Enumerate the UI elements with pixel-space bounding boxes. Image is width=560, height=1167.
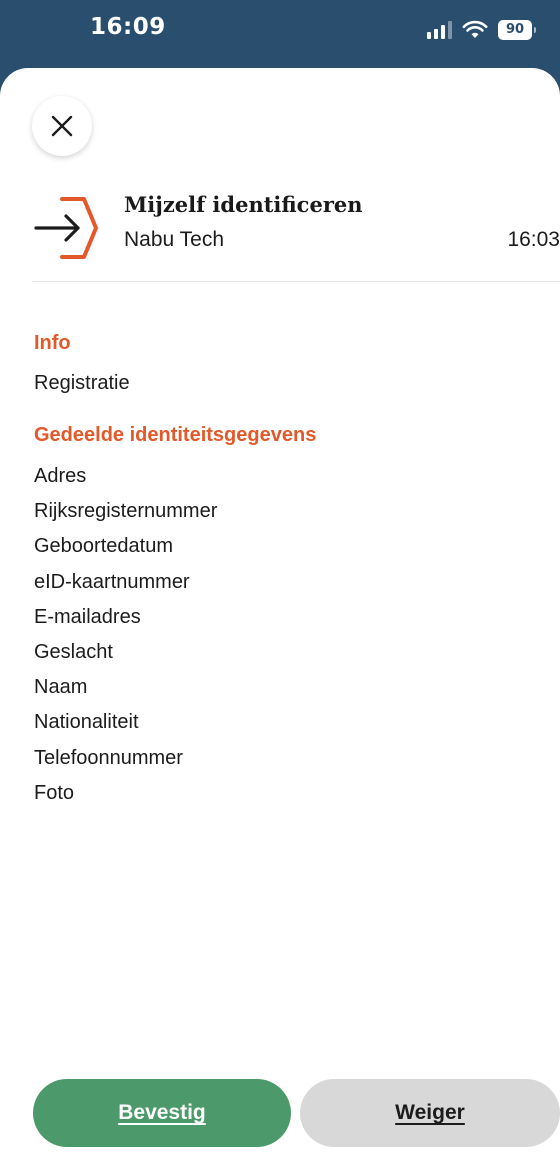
list-item: Telefoonnummer — [34, 746, 183, 769]
request-time: 16:03 — [507, 228, 560, 251]
close-button[interactable] — [32, 96, 92, 156]
confirm-button[interactable]: Bevestig — [33, 1079, 291, 1147]
battery-icon: 90 — [498, 20, 536, 40]
request-organisation: Nabu Tech — [124, 228, 225, 251]
info-heading: Info — [34, 332, 71, 354]
status-icons: 90 — [427, 18, 536, 42]
consent-sheet: Mijzelf identificeren Nabu Tech 16:03 In… — [0, 68, 560, 1167]
wifi-icon — [462, 20, 488, 38]
list-item: Naam — [34, 676, 88, 699]
shared-data-heading: Gedeelde identiteitsgegevens — [34, 424, 317, 446]
list-item: Rijksregisternummer — [34, 500, 218, 523]
info-value: Registratie — [34, 372, 130, 394]
list-item: eID-kaartnummer — [34, 570, 190, 593]
close-icon — [51, 115, 73, 137]
list-item: Foto — [34, 781, 75, 804]
status-time: 16:09 — [90, 14, 166, 40]
list-item: Geboortedatum — [34, 535, 173, 558]
list-item: Geslacht — [34, 640, 113, 663]
signal-icon — [427, 21, 452, 39]
list-item: E-mailadres — [34, 605, 141, 628]
identify-arrow-icon — [34, 197, 98, 259]
divider — [32, 281, 560, 282]
request-title: Mijzelf identificeren — [124, 192, 363, 217]
request-header: Mijzelf identificeren Nabu Tech 16:03 — [32, 188, 560, 280]
list-item: Nationaliteit — [34, 711, 139, 734]
shared-data-list: Adres Rijksregisternummer Geboortedatum … — [34, 464, 217, 816]
decline-button[interactable]: Weiger — [300, 1079, 560, 1147]
status-bar: 16:09 90 — [0, 0, 560, 62]
list-item: Adres — [34, 465, 87, 487]
